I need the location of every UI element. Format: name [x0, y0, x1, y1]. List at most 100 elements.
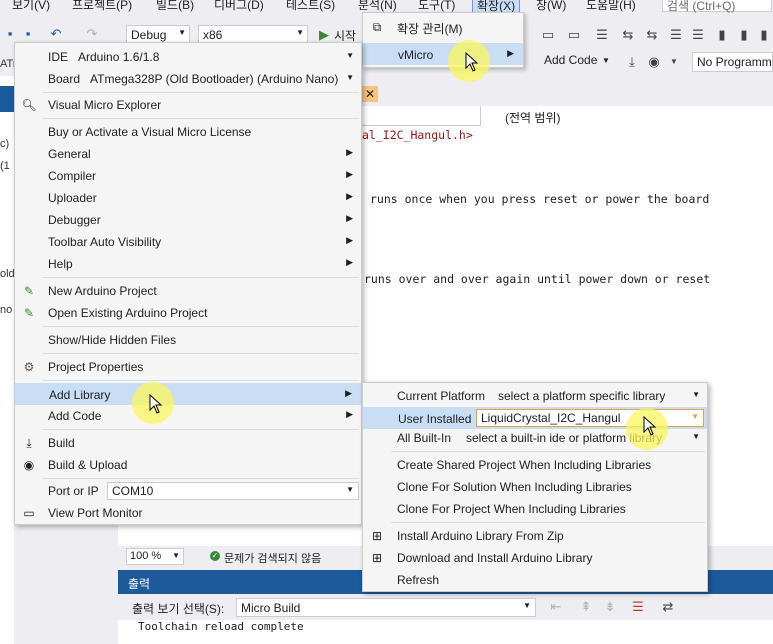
save-all-icon[interactable]: ▪ — [20, 26, 36, 42]
license-item[interactable]: Buy or Activate a Visual Micro License — [15, 121, 361, 143]
menu-project[interactable]: 프로젝트(P) — [72, 0, 132, 12]
current-platform-item: Current Platform select a platform speci… — [363, 385, 707, 407]
debugger-item[interactable]: Debugger ▶ — [15, 209, 361, 231]
toolbar-visibility-item[interactable]: Toolbar Auto Visibility ▶ — [15, 231, 361, 253]
output-icon-2[interactable]: ⇞ — [578, 599, 594, 615]
clone-for-solution-item[interactable]: Clone For Solution When Including Librar… — [363, 476, 707, 498]
board-select[interactable]: ATmega328P (Old Bootloader) (Arduino Nan… — [85, 70, 359, 88]
bookmark-icon[interactable]: ▮ — [714, 27, 730, 43]
build-upload-label: Build & Upload — [48, 458, 128, 472]
toolbar-icon-2[interactable]: ▭ — [566, 27, 582, 43]
toolbar-icon-6[interactable]: ☰ — [668, 27, 684, 43]
toolbar-icon-4[interactable]: ⇆ — [620, 27, 636, 43]
build-upload-item[interactable]: ◉ Build & Upload — [15, 454, 361, 476]
separator — [43, 118, 359, 119]
word-wrap-icon[interactable]: ⇄ — [660, 599, 676, 615]
new-project-item[interactable]: ✎ New Arduino Project — [15, 280, 361, 302]
add-code-toolbar-button[interactable]: Add Code — [544, 53, 597, 67]
search-icon: 🔍︎ — [21, 98, 37, 112]
port-select[interactable]: COM10 ▼ — [107, 482, 359, 500]
menu-debug[interactable]: 디버그(D) — [214, 0, 264, 12]
visual-micro-explorer-item[interactable]: 🔍︎ Visual Micro Explorer — [15, 94, 361, 116]
user-installed-label: User Installed — [398, 412, 472, 426]
uploader-item[interactable]: Uploader ▶ — [15, 187, 361, 209]
project-properties-label: Project Properties — [48, 360, 144, 374]
chevron-down-icon: ▼ — [296, 28, 304, 37]
menu-bar: 보기(V) 프로젝트(P) 빌드(B) 디버그(D) 테스트(S) 분석(N) … — [0, 0, 773, 12]
toolbar-icon-9[interactable]: ▮ — [756, 27, 772, 43]
license-label: Buy or Activate a Visual Micro License — [48, 125, 252, 139]
toolbar-icon-5[interactable]: ⇆ — [644, 27, 660, 43]
user-installed-select[interactable]: LiquidCrystal_I2C_Hangul ▼ — [476, 409, 704, 427]
show-hide-files-item[interactable]: Show/Hide Hidden Files — [15, 329, 361, 351]
redo-icon[interactable]: ↷ — [84, 26, 100, 42]
zoom-select[interactable]: 100 % ▼ — [126, 548, 184, 565]
current-platform-select[interactable]: select a platform specific library ▼ — [493, 387, 705, 405]
play-circle-icon[interactable]: ◉ — [646, 54, 662, 70]
scope-select[interactable]: (전역 범위) — [480, 106, 773, 126]
clear-all-icon[interactable]: ☰ — [630, 599, 646, 615]
general-item[interactable]: General ▶ — [15, 143, 361, 165]
menu-view[interactable]: 보기(V) — [12, 0, 50, 12]
toolbar-icon-7[interactable]: ☰ — [690, 27, 706, 43]
refresh-item[interactable]: Refresh — [363, 569, 707, 591]
ide-item: IDE Arduino 1.6/1.8 ▼ — [15, 46, 361, 68]
issues-status: 문제가 검색되지 않음 — [224, 553, 322, 565]
programmer-value: No Programme — [697, 55, 773, 69]
separator — [43, 353, 359, 354]
add-library-item[interactable]: Add Library ▶ — [15, 383, 361, 405]
separator — [43, 326, 359, 327]
separator — [43, 277, 359, 278]
clone-for-project-item[interactable]: Clone For Project When Including Librari… — [363, 498, 707, 520]
menu-tools[interactable]: 도구(T) — [418, 0, 455, 12]
save-icon[interactable]: ▪ — [2, 26, 18, 42]
add-code-label: Add Code — [48, 409, 102, 423]
output-icon-1[interactable]: ⇤ — [548, 599, 564, 615]
left-fragment: c) — [0, 138, 10, 150]
chevron-right-icon: ▶ — [346, 213, 353, 223]
chevron-down-icon: ▼ — [692, 432, 700, 441]
undo-icon[interactable]: ↶ — [48, 26, 64, 42]
compiler-item[interactable]: Compiler ▶ — [15, 165, 361, 187]
upload-icon[interactable]: ⤓ — [624, 54, 640, 70]
start-icon[interactable]: ▶ — [316, 27, 332, 43]
manage-extensions-item[interactable]: ⧉ 확장 관리(M) — [363, 16, 523, 38]
chevron-down-icon: ▼ — [691, 412, 699, 421]
toolbar-icon-3[interactable]: ☰ — [594, 27, 610, 43]
chevron-down-icon: ▼ — [346, 73, 354, 82]
menu-test[interactable]: 테스트(S) — [286, 0, 335, 12]
chevron-down-icon: ▼ — [523, 601, 531, 610]
menu-extensions[interactable]: 확장(X) — [472, 0, 521, 12]
download-install-item[interactable]: ⊞ Download and Install Arduino Library — [363, 547, 707, 569]
gear-icon: ⚙ — [23, 360, 35, 374]
port-monitor-item[interactable]: ▭ View Port Monitor — [15, 502, 361, 524]
toolbar-icon-8[interactable]: ▮ — [736, 27, 752, 43]
separator — [43, 380, 359, 381]
add-icon: ⊞ — [371, 551, 383, 565]
vmicro-menu-item[interactable]: vMicro ▶ — [363, 43, 523, 65]
menu-help[interactable]: 도움말(H) — [586, 0, 636, 12]
ide-select[interactable]: Arduino 1.6/1.8 ▼ — [73, 48, 359, 66]
add-code-item[interactable]: Add Code ▶ — [15, 405, 361, 427]
programmer-select[interactable]: No Programme — [692, 52, 773, 72]
output-source-select[interactable]: Micro Build ▼ — [236, 598, 536, 617]
create-shared-project-item[interactable]: Create Shared Project When Including Lib… — [363, 454, 707, 476]
search-input[interactable]: 검색 (Ctrl+Q) — [662, 0, 772, 13]
port-label: Port or IP — [48, 484, 99, 498]
project-properties-item[interactable]: ⚙ Project Properties — [15, 356, 361, 378]
install-zip-item[interactable]: ⊞ Install Arduino Library From Zip — [363, 525, 707, 547]
ide-label: IDE — [48, 50, 69, 64]
menu-build[interactable]: 빌드(B) — [156, 0, 194, 12]
open-project-item[interactable]: ✎ Open Existing Arduino Project — [15, 302, 361, 324]
board-item: Board ATmega328P (Old Bootloader) (Ardui… — [15, 68, 361, 90]
menu-analyze[interactable]: 분석(N) — [358, 0, 397, 12]
help-item[interactable]: Help ▶ — [15, 253, 361, 275]
setup-comment: runs once when you press reset or power … — [370, 192, 710, 206]
close-icon[interactable]: ✕ — [362, 86, 378, 102]
toolbar-icon-1[interactable]: ▭ — [540, 27, 556, 43]
all-builtin-select[interactable]: select a built-in ide or platform librar… — [461, 429, 705, 447]
chevron-down-icon: ▼ — [172, 551, 180, 560]
output-icon-3[interactable]: ⇟ — [602, 599, 618, 615]
menu-window[interactable]: 창(W) — [536, 0, 566, 12]
build-item[interactable]: ⤓ Build — [15, 432, 361, 454]
